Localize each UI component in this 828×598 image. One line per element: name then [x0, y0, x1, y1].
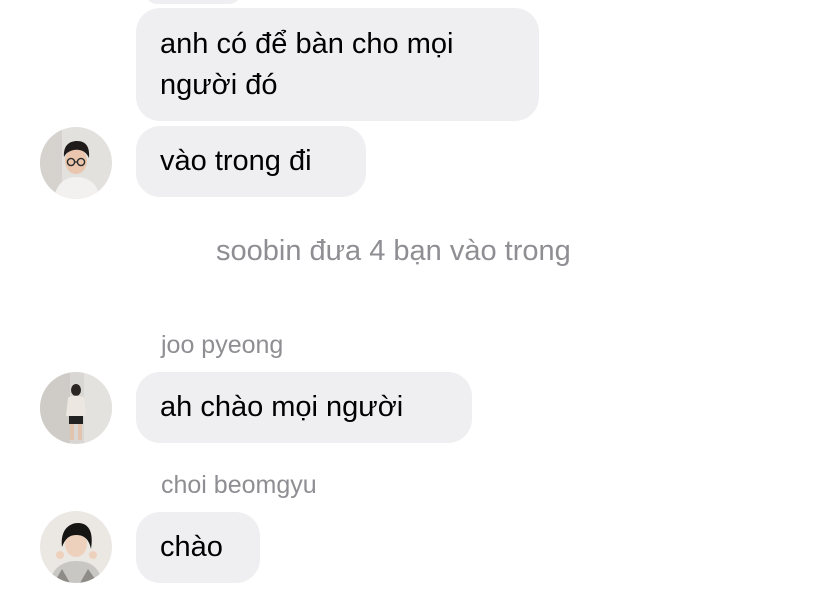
avatar[interactable]: [40, 372, 112, 444]
system-message: soobin đưa 4 bạn vào trong: [216, 235, 571, 267]
message-bubble[interactable]: ah chào mọi người: [136, 372, 472, 443]
avatar-photo-girl-short-hair: [40, 511, 112, 583]
avatar-photo-girl-full-body: [40, 372, 112, 444]
avatar[interactable]: [40, 127, 112, 199]
message-text: vào trong đi: [160, 145, 312, 177]
message-bubble[interactable]: vào trong đi: [136, 126, 366, 197]
sender-name: choi beomgyu: [161, 471, 317, 499]
message-bubble[interactable]: chào: [136, 512, 260, 583]
message-bubble[interactable]: anh có để bàn cho mọi người đó: [136, 8, 539, 121]
message-text: anh có để bàn cho mọi người đó: [160, 27, 454, 101]
chat-thread: anh có để bàn cho mọi người đó vào trong…: [0, 0, 828, 598]
avatar[interactable]: [40, 511, 112, 583]
message-text: chào: [160, 531, 223, 563]
previous-message-bubble-edge: [145, 0, 241, 4]
avatar-photo-boy-glasses: [40, 127, 112, 199]
message-text: ah chào mọi người: [160, 391, 404, 423]
sender-name: joo pyeong: [161, 331, 284, 359]
